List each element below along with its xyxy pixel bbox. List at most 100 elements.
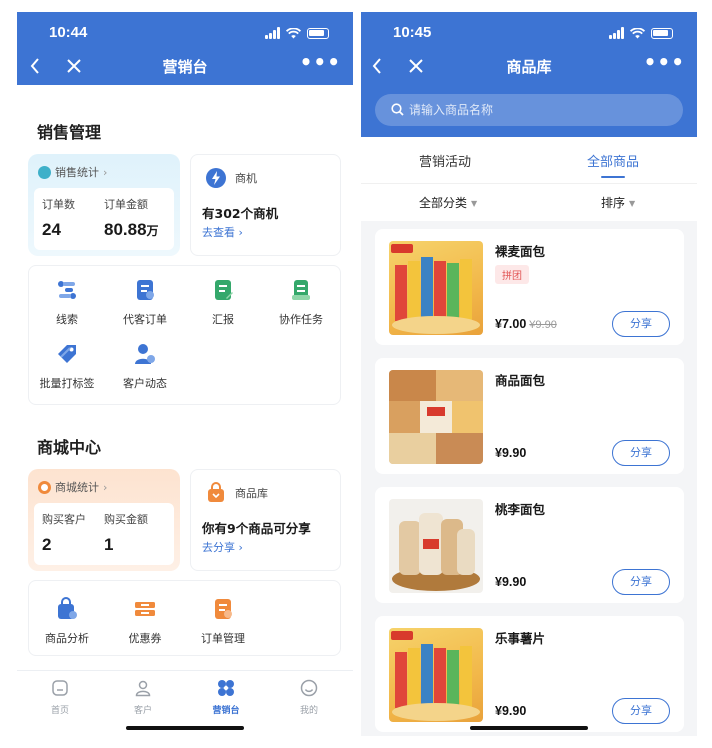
left-phone-screen: 10:44 营销台 ••• 销售管理 销售统计 › 订单数 24 订单金额 80… bbox=[17, 12, 353, 736]
battery-icon bbox=[307, 27, 329, 39]
order-management-icon bbox=[215, 599, 232, 619]
nav-bar: 营销台 ••• bbox=[17, 50, 353, 78]
mall-stats-header: 商城统计 › bbox=[38, 479, 107, 495]
tab-label: 我的 bbox=[299, 706, 318, 716]
tool-product-analysis[interactable]: 商品分析 bbox=[32, 597, 102, 646]
product-price: ¥9.90 bbox=[495, 704, 526, 718]
sales-stats-values: 订单数 24 订单金额 80.88万 bbox=[34, 188, 174, 250]
tool-label: 代客订单 bbox=[123, 313, 167, 326]
share-button[interactable]: 分享 bbox=[612, 440, 670, 466]
section-title-mall: 商城中心 bbox=[37, 438, 102, 457]
product-library-link[interactable]: 去分享 › bbox=[202, 539, 243, 555]
product-card[interactable]: 桃李面包 ¥9.90 分享 bbox=[375, 487, 684, 603]
lightning-icon bbox=[206, 168, 226, 188]
category-filter[interactable]: 全部分类 ▼ bbox=[419, 194, 477, 211]
sales-stats-card[interactable]: 销售统计 › 订单数 24 订单金额 80.88万 bbox=[28, 154, 180, 256]
buyer-count: 购买客户 2 bbox=[42, 511, 86, 555]
tab-all-products[interactable]: 全部商品 bbox=[587, 151, 639, 170]
nav-bar: 商品库 ••• bbox=[361, 50, 697, 80]
purchase-amount: 购买金额 1 bbox=[104, 511, 148, 555]
sort-filter[interactable]: 排序 ▼ bbox=[601, 194, 635, 211]
tab-customer[interactable]: 客户 bbox=[113, 679, 173, 716]
search-input[interactable] bbox=[409, 100, 659, 120]
product-library-card[interactable]: 商品库 你有9个商品可分享 去分享 › bbox=[190, 469, 341, 571]
product-price: ¥7.00 ¥9.90 bbox=[495, 317, 557, 331]
order-amount-value: 80.88万 bbox=[104, 220, 159, 240]
home-icon bbox=[52, 680, 68, 696]
filter-bar: 全部分类 ▼ 排序 ▼ bbox=[361, 183, 697, 221]
tool-label: 商品分析 bbox=[45, 632, 89, 645]
tab-home[interactable]: 首页 bbox=[30, 679, 90, 716]
share-button[interactable]: 分享 bbox=[612, 698, 670, 724]
group-buy-badge: 拼团 bbox=[495, 265, 529, 284]
search-bar[interactable] bbox=[375, 94, 683, 126]
product-card[interactable]: 商品面包 ¥9.90 分享 bbox=[375, 358, 684, 474]
order-amount-unit: 万 bbox=[146, 224, 159, 238]
chips-photo bbox=[391, 631, 480, 721]
product-library-header: 商品库 bbox=[205, 482, 268, 504]
order-amount-label: 订单金额 bbox=[104, 198, 148, 211]
home-indicator bbox=[470, 726, 588, 730]
product-price: ¥9.90 bbox=[495, 446, 526, 460]
product-card[interactable]: 裸麦面包 拼团 ¥7.00 ¥9.90 分享 bbox=[375, 229, 684, 345]
order-amount-number: 80.88 bbox=[104, 220, 147, 239]
tool-report[interactable]: 汇报 bbox=[188, 278, 258, 327]
tab-marketing-activity[interactable]: 营销活动 bbox=[419, 151, 471, 170]
customer-activity-icon bbox=[135, 344, 155, 364]
opportunity-card[interactable]: 商机 有302个商机 去查看 › bbox=[190, 154, 341, 256]
tab-mine[interactable]: 我的 bbox=[279, 679, 339, 716]
opportunity-text: 有302个商机 bbox=[202, 206, 279, 221]
sort-filter-label: 排序 bbox=[601, 196, 626, 210]
order-count: 订单数 24 bbox=[42, 196, 75, 240]
main-content: 销售管理 销售统计 › 订单数 24 订单金额 80.88万 商机 有302个商… bbox=[17, 85, 353, 736]
share-button[interactable]: 分享 bbox=[612, 569, 670, 595]
active-tab-indicator bbox=[601, 176, 625, 178]
signal-icon bbox=[609, 27, 624, 39]
tool-order-management[interactable]: 订单管理 bbox=[188, 597, 258, 646]
mall-tools-grid: 商品分析 优惠券 订单管理 bbox=[28, 580, 341, 656]
product-name: 裸麦面包 bbox=[495, 244, 546, 259]
tool-clue[interactable]: 线索 bbox=[32, 278, 102, 327]
circle-icon bbox=[38, 480, 51, 494]
order-count-value: 24 bbox=[42, 220, 61, 239]
product-image bbox=[389, 241, 483, 335]
status-icons bbox=[265, 27, 329, 39]
chart-icon bbox=[38, 165, 51, 179]
sales-tools-grid: 线索 代客订单 汇报 协作任务 批量打标签 客户动态 bbox=[28, 265, 341, 405]
current-price: ¥9.90 bbox=[495, 446, 527, 460]
tool-proxy-order[interactable]: 代客订单 bbox=[110, 278, 180, 327]
section-title-sales: 销售管理 bbox=[37, 123, 102, 142]
collab-task-icon bbox=[292, 280, 310, 300]
tab-label: 营销台 bbox=[212, 706, 240, 716]
tool-customer-activity[interactable]: 客户动态 bbox=[110, 342, 180, 391]
tool-collab-task[interactable]: 协作任务 bbox=[266, 278, 336, 327]
bread-assortment-photo bbox=[389, 370, 483, 464]
tab-marketing[interactable]: 营销台 bbox=[196, 679, 256, 716]
tool-label: 订单管理 bbox=[201, 632, 245, 645]
tool-label: 线索 bbox=[56, 313, 78, 326]
tool-label: 协作任务 bbox=[279, 313, 323, 326]
category-filter-label: 全部分类 bbox=[419, 196, 468, 210]
product-card[interactable]: 乐事薯片 ¥9.90 分享 bbox=[375, 616, 684, 732]
more-button[interactable]: ••• bbox=[300, 50, 341, 74]
status-icons bbox=[609, 27, 673, 39]
smile-icon bbox=[300, 679, 318, 697]
tool-coupon[interactable]: 优惠券 bbox=[110, 597, 180, 646]
sales-stats-header: 销售统计 › bbox=[38, 164, 107, 180]
opportunity-link[interactable]: 去查看 › bbox=[202, 224, 243, 240]
current-price: ¥7.00 bbox=[495, 317, 527, 331]
search-icon bbox=[391, 103, 404, 116]
product-image bbox=[389, 499, 483, 593]
product-name: 桃李面包 bbox=[495, 502, 546, 517]
tool-batch-tag[interactable]: 批量打标签 bbox=[32, 342, 102, 391]
product-library-title: 商品库 bbox=[235, 487, 268, 500]
mall-stats-card[interactable]: 商城统计 › 购买客户 2 购买金额 1 bbox=[28, 469, 180, 571]
right-phone-screen: 10:45 商品库 ••• 营销活动 全部商品 全部分类▼ 排序▼ bbox=[361, 12, 697, 736]
status-bar: 10:45 bbox=[361, 24, 697, 44]
more-button[interactable]: ••• bbox=[644, 50, 685, 74]
mall-stats-values: 购买客户 2 购买金额 1 bbox=[34, 503, 174, 565]
share-button[interactable]: 分享 bbox=[612, 311, 670, 337]
opportunity-header: 商机 bbox=[205, 167, 257, 189]
tool-label: 批量打标签 bbox=[39, 377, 95, 390]
product-analysis-icon bbox=[58, 597, 77, 619]
